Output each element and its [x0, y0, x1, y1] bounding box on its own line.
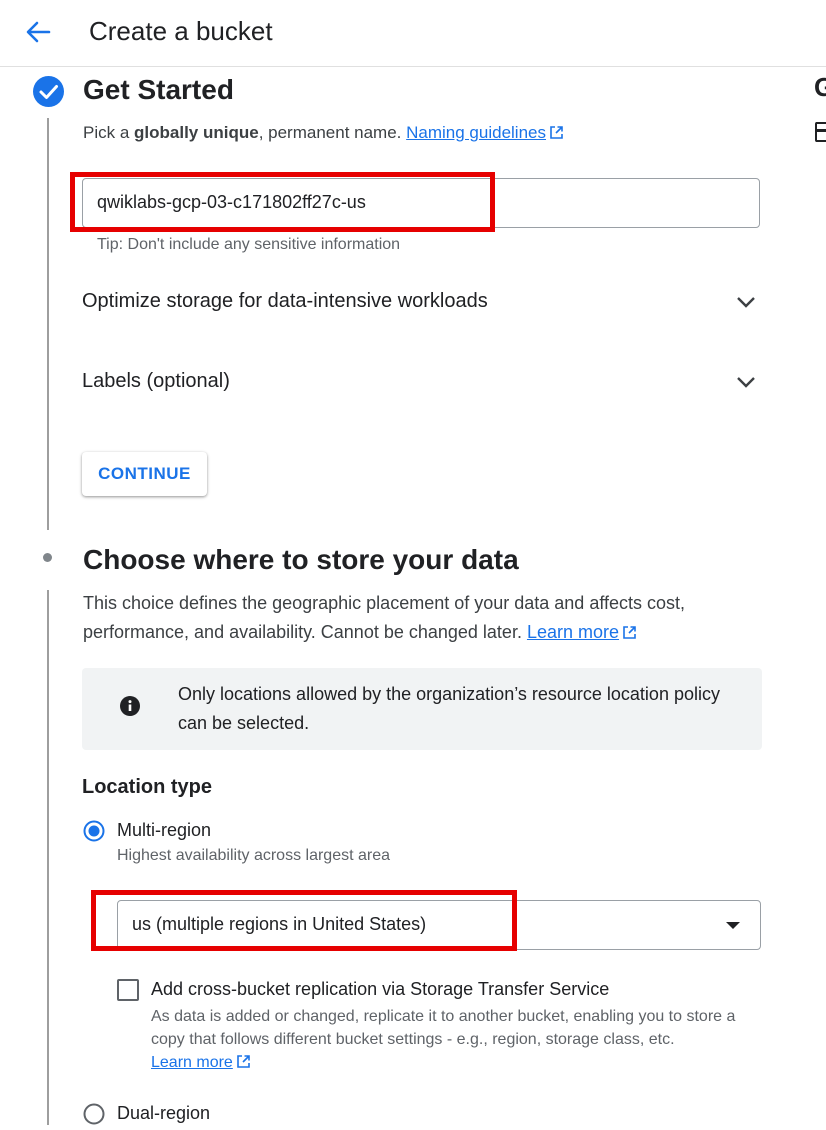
bucket-name-tip: Tip: Don't include any sensitive informa…	[97, 236, 401, 253]
chevron-down-icon	[737, 297, 755, 308]
info-icon	[120, 696, 140, 716]
chevron-down-icon	[737, 377, 755, 388]
optimize-storage-expander[interactable]: Optimize storage for data-intensive work…	[82, 282, 762, 322]
external-link-icon	[550, 126, 563, 139]
optimize-storage-label: Optimize storage for data-intensive work…	[82, 290, 488, 312]
naming-guidelines-link[interactable]: Naming guidelines	[406, 123, 546, 142]
external-link-icon	[623, 626, 636, 639]
continue-button[interactable]: CONTINUE	[82, 452, 207, 496]
cross-bucket-replication-description: As data is added or changed, replicate i…	[151, 1005, 771, 1074]
multi-region-radio[interactable]	[83, 820, 105, 842]
highlight-box-bucket-name	[70, 172, 495, 232]
labels-expander[interactable]: Labels (optional)	[82, 362, 762, 402]
cross-bucket-replication-checkbox[interactable]	[117, 979, 139, 1001]
multi-region-description: Highest availability across largest area	[117, 847, 391, 864]
step-pending-dot	[43, 553, 52, 562]
location-policy-info-text: Only locations allowed by the organizati…	[178, 684, 720, 733]
page-title: Create a bucket	[89, 16, 273, 46]
right-panel-icon-fragment	[815, 122, 826, 142]
learn-more-link[interactable]: Learn more	[527, 622, 619, 642]
location-policy-info-box: Only locations allowed by the organizati…	[82, 668, 762, 750]
step-title-get-started: Get Started	[83, 74, 234, 105]
replication-description-text: As data is added or changed, replicate i…	[151, 1008, 736, 1048]
stepper-connector-line	[47, 590, 49, 1125]
description-text: , permanent name.	[258, 123, 407, 142]
back-arrow-icon[interactable]	[22, 16, 54, 48]
replication-learn-more-link[interactable]: Learn more	[151, 1054, 233, 1071]
step-complete-check-icon	[33, 76, 64, 107]
stepper-connector-line	[47, 118, 49, 530]
dropdown-arrow-icon	[726, 922, 740, 929]
external-link-icon	[237, 1055, 250, 1068]
dual-region-radio[interactable]	[83, 1103, 105, 1125]
description-text: Pick a	[83, 123, 135, 142]
multi-region-label: Multi-region	[117, 820, 212, 840]
right-panel-heading-fragment: G	[814, 72, 826, 102]
bucket-name-description: Pick a globally unique, permanent name. …	[83, 118, 564, 147]
location-description: This choice defines the geographic place…	[83, 589, 763, 647]
description-emphasis: globally unique	[134, 123, 259, 142]
location-type-heading: Location type	[82, 776, 213, 798]
highlight-box-location	[91, 890, 517, 951]
step-title-choose-location: Choose where to store your data	[83, 544, 519, 575]
labels-label: Labels (optional)	[82, 370, 230, 392]
cross-bucket-replication-label: Add cross-bucket replication via Storage…	[151, 979, 610, 999]
dual-region-label: Dual-region	[117, 1103, 211, 1123]
